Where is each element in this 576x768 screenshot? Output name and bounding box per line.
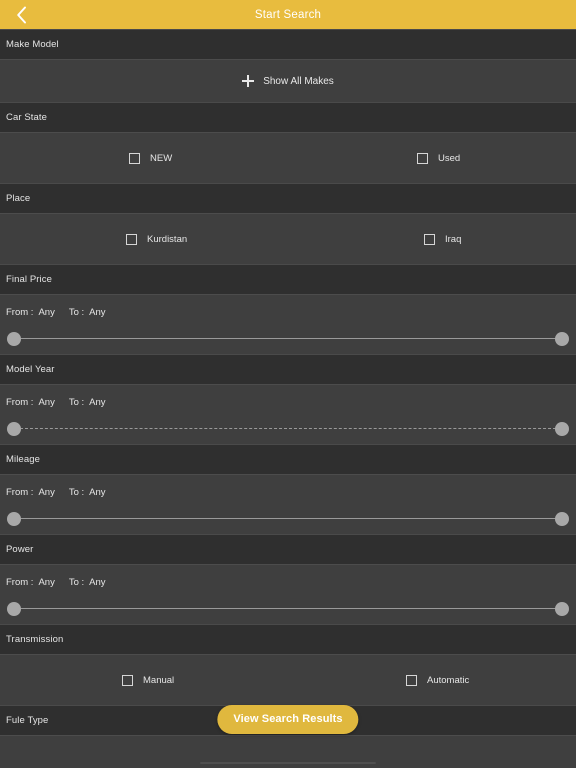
page-title: Start Search [254, 8, 322, 21]
checkbox-row-automatic[interactable]: Automatic [406, 674, 470, 686]
show-all-makes-label: Show All Makes [263, 75, 334, 87]
slider-thumb-max-final-price[interactable] [555, 332, 569, 346]
range-values-mileage: From : Any To : Any [6, 487, 106, 498]
slider-thumb-min-final-price[interactable] [7, 332, 21, 346]
checkbox-row-kurdistan[interactable]: Kurdistan [126, 233, 188, 245]
range-slider-final-price[interactable] [0, 331, 576, 347]
slider-thumb-max-mileage[interactable] [555, 512, 569, 526]
transmission-options: Manual Automatic [0, 655, 576, 705]
section-label-power: Power [6, 544, 34, 555]
checkbox-new[interactable] [129, 152, 140, 164]
checkbox-used[interactable] [417, 152, 428, 164]
section-header-model-year: Model Year [0, 354, 576, 385]
checkbox-automatic[interactable] [406, 674, 417, 686]
range-to-key-mileage: To : [68, 487, 85, 498]
place-options: Kurdistan Iraq [0, 214, 576, 264]
section-header-place: Place [0, 183, 576, 214]
section-body-make-model: Show All Makes [0, 60, 576, 102]
range-from-value-power: Any [38, 577, 55, 588]
section-label-make-model: Make Model [6, 39, 59, 50]
range-from-value-model-year: Any [38, 397, 55, 408]
checkbox-label-manual: Manual [143, 674, 175, 686]
slider-thumb-max-model-year[interactable] [555, 422, 569, 436]
checkbox-row-manual[interactable]: Manual [122, 674, 175, 686]
section-body-place: Kurdistan Iraq [0, 214, 576, 264]
checkbox-row-iraq[interactable]: Iraq [424, 233, 462, 245]
checkbox-label-kurdistan: Kurdistan [147, 233, 188, 245]
range-to-value-final-price: Any [89, 307, 106, 318]
back-button[interactable] [0, 0, 42, 29]
checkbox-kurdistan[interactable] [126, 233, 137, 245]
show-all-makes-button[interactable]: Show All Makes [0, 60, 576, 102]
range-final-price: From : Any To : Any [0, 295, 576, 354]
checkbox-row-new[interactable]: NEW [129, 152, 173, 164]
slider-track-final-price [20, 338, 556, 340]
bottom-scroll-indicator [200, 762, 376, 764]
range-values-power: From : Any To : Any [6, 577, 106, 588]
section-header-mileage: Mileage [0, 444, 576, 475]
car-state-options: NEW Used [0, 133, 576, 183]
range-from-key-mileage: From : [6, 487, 34, 498]
range-from-key-model-year: From : [6, 397, 34, 408]
checkbox-label-automatic: Automatic [427, 674, 470, 686]
range-values-model-year: From : Any To : Any [6, 397, 106, 408]
checkbox-row-used[interactable]: Used [417, 152, 461, 164]
checkbox-iraq[interactable] [424, 233, 435, 245]
section-header-transmission: Transmission [0, 624, 576, 655]
range-to-key-power: To : [68, 577, 85, 588]
slider-thumb-min-mileage[interactable] [7, 512, 21, 526]
range-to-value-mileage: Any [89, 487, 106, 498]
range-model-year: From : Any To : Any [0, 385, 576, 444]
section-body-final-price: From : Any To : Any [0, 295, 576, 354]
view-search-results-button[interactable]: View Search Results [217, 705, 359, 734]
section-body-mileage: From : Any To : Any [0, 475, 576, 534]
section-header-power: Power [0, 534, 576, 565]
section-header-final-price: Final Price [0, 264, 576, 295]
checkbox-manual[interactable] [122, 674, 133, 686]
plus-icon [242, 75, 255, 87]
range-values-final-price: From : Any To : Any [6, 307, 106, 318]
section-body-power: From : Any To : Any [0, 565, 576, 624]
range-slider-model-year[interactable] [0, 421, 576, 437]
section-label-mileage: Mileage [6, 454, 40, 465]
range-to-value-power: Any [89, 577, 106, 588]
range-slider-power[interactable] [0, 601, 576, 617]
slider-thumb-min-power[interactable] [7, 602, 21, 616]
section-header-make-model: Make Model [0, 29, 576, 60]
section-header-car-state: Car State [0, 102, 576, 133]
range-from-value-mileage: Any [38, 487, 55, 498]
slider-track-model-year [20, 428, 556, 429]
range-to-value-model-year: Any [89, 397, 106, 408]
range-power: From : Any To : Any [0, 565, 576, 624]
slider-thumb-max-power[interactable] [555, 602, 569, 616]
chevron-left-icon [16, 6, 27, 24]
slider-track-mileage [20, 518, 556, 520]
app-header: Start Search [0, 0, 576, 29]
section-body-car-state: NEW Used [0, 133, 576, 183]
slider-track-power [20, 608, 556, 610]
checkbox-label-new: NEW [150, 152, 173, 164]
section-body-model-year: From : Any To : Any [0, 385, 576, 444]
slider-thumb-min-model-year[interactable] [7, 422, 21, 436]
section-label-final-price: Final Price [6, 274, 52, 285]
section-label-model-year: Model Year [6, 364, 55, 375]
section-label-car-state: Car State [6, 112, 48, 123]
range-to-key-model-year: To : [68, 397, 85, 408]
section-label-transmission: Transmission [6, 634, 64, 645]
range-mileage: From : Any To : Any [0, 475, 576, 534]
checkbox-label-used: Used [438, 152, 461, 164]
range-from-key-power: From : [6, 577, 34, 588]
start-search-screen: Start Search Make Model Show All Makes C… [0, 0, 576, 768]
range-from-value-final-price: Any [38, 307, 55, 318]
range-from-key-final-price: From : [6, 307, 34, 318]
range-slider-mileage[interactable] [0, 511, 576, 527]
section-label-fuel-type: Fule Type [6, 715, 49, 726]
checkbox-label-iraq: Iraq [445, 233, 462, 245]
section-body-transmission: Manual Automatic [0, 655, 576, 705]
range-to-key-final-price: To : [68, 307, 85, 318]
section-label-place: Place [6, 193, 31, 204]
